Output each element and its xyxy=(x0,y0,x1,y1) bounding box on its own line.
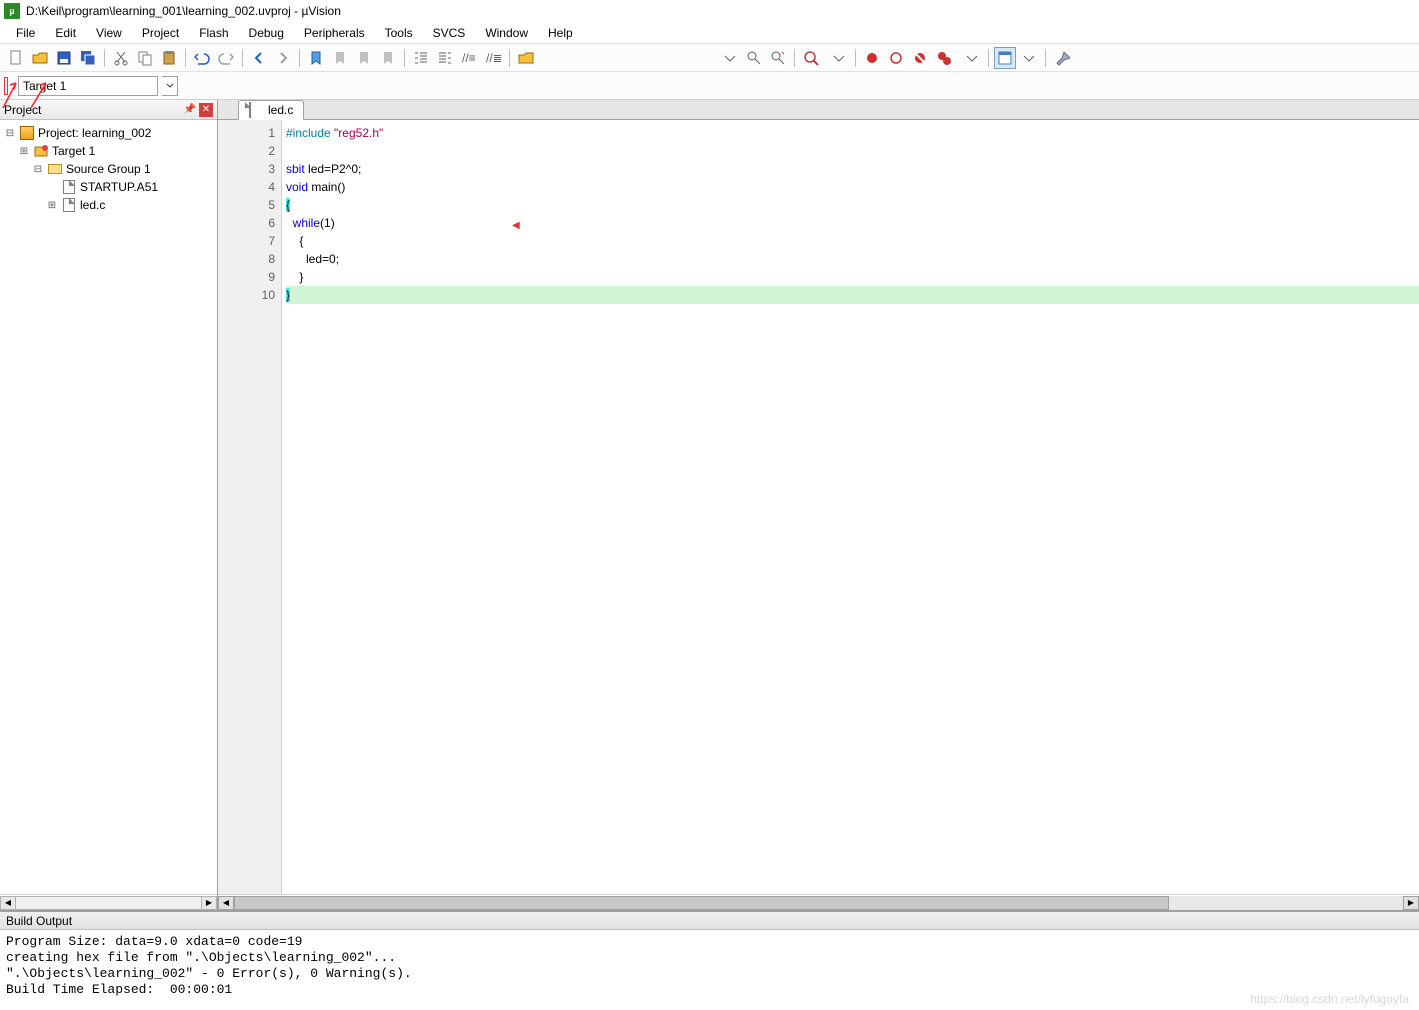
paste-icon[interactable] xyxy=(158,47,180,69)
svg-text://≣: //≣ xyxy=(486,51,501,65)
menu-peripherals[interactable]: Peripherals xyxy=(294,24,375,42)
bookmark-prev-icon[interactable] xyxy=(329,47,351,69)
indent-right-icon[interactable] xyxy=(434,47,456,69)
project-panel: Project 📌 ✕ ⊟ Project: learning_002 ⊞ Ta… xyxy=(0,100,218,910)
pin-icon[interactable]: 📌 xyxy=(183,103,197,117)
breakpoint-kill-icon[interactable] xyxy=(909,47,931,69)
incremental-find-icon[interactable] xyxy=(767,47,789,69)
project-hscroll[interactable]: ◀ ▶ xyxy=(0,894,217,910)
target-dropdown-icon[interactable] xyxy=(162,76,178,96)
configure-icon[interactable] xyxy=(1051,47,1073,69)
breakpoint-disable-icon[interactable] xyxy=(885,47,907,69)
copy-icon[interactable] xyxy=(134,47,156,69)
comment-icon[interactable]: //≡ xyxy=(458,47,480,69)
save-all-icon[interactable] xyxy=(77,47,99,69)
window-dropdown-icon[interactable] xyxy=(1018,47,1040,69)
code-area[interactable]: ◀ #include "reg52.h"sbit led=P2^0;void m… xyxy=(282,120,1419,894)
scroll-track[interactable] xyxy=(16,896,201,910)
tree-target[interactable]: ⊞ Target 1 xyxy=(4,142,217,160)
tree-file-ledc[interactable]: ⊞ led.c xyxy=(4,196,217,214)
tree-file-startup[interactable]: STARTUP.A51 xyxy=(4,178,217,196)
nav-forward-icon[interactable] xyxy=(272,47,294,69)
line-gutter: 12345678910 xyxy=(218,120,282,894)
scroll-left-icon[interactable]: ◀ xyxy=(218,896,234,910)
tab-led-c[interactable]: led.c xyxy=(238,100,304,120)
tab-label: led.c xyxy=(268,103,293,117)
build-buttons-highlight xyxy=(4,77,8,95)
breakpoint-dropdown-icon[interactable] xyxy=(961,47,983,69)
editor-body[interactable]: 12345678910 ◀ #include "reg52.h"sbit led… xyxy=(218,120,1419,894)
window-layout-icon[interactable] xyxy=(994,47,1016,69)
save-icon[interactable] xyxy=(53,47,75,69)
debug-start-icon[interactable] xyxy=(800,47,822,69)
editor-area: led.c 12345678910 ◀ #include "reg52.h"sb… xyxy=(218,100,1419,910)
main-toolbar: //≡ //≣ xyxy=(0,44,1419,72)
scroll-thumb[interactable] xyxy=(234,896,1169,910)
find-icon[interactable] xyxy=(743,47,765,69)
uncomment-icon[interactable]: //≣ xyxy=(482,47,504,69)
window-title: D:\Keil\program\learning_001\learning_00… xyxy=(26,4,341,18)
project-tree[interactable]: ⊟ Project: learning_002 ⊞ Target 1 ⊟ Sou… xyxy=(0,120,217,894)
search-dropdown-icon[interactable] xyxy=(719,47,741,69)
target-select[interactable] xyxy=(18,76,158,96)
target-icon xyxy=(33,143,49,159)
scroll-right-icon[interactable]: ▶ xyxy=(201,896,217,910)
tree-project-root[interactable]: ⊟ Project: learning_002 xyxy=(4,124,217,142)
tree-source-group[interactable]: ⊟ Source Group 1 xyxy=(4,160,217,178)
svg-text://≡: //≡ xyxy=(462,51,476,65)
menu-svcs[interactable]: SVCS xyxy=(423,24,476,42)
menu-tools[interactable]: Tools xyxy=(375,24,423,42)
undo-icon[interactable] xyxy=(191,47,213,69)
menu-flash[interactable]: Flash xyxy=(189,24,238,42)
new-file-icon[interactable] xyxy=(5,47,27,69)
redo-icon[interactable] xyxy=(215,47,237,69)
bookmark-marker-icon: ◀ xyxy=(512,217,520,235)
build-output-title: Build Output xyxy=(6,914,72,928)
build-output-text[interactable]: Program Size: data=9.0 xdata=0 code=19 c… xyxy=(0,930,1419,1010)
menu-project[interactable]: Project xyxy=(132,24,189,42)
bookmark-clear-icon[interactable] xyxy=(377,47,399,69)
project-panel-header: Project 📌 ✕ xyxy=(0,100,217,120)
close-panel-icon[interactable]: ✕ xyxy=(199,103,213,117)
project-panel-title: Project xyxy=(4,103,181,117)
nav-back-icon[interactable] xyxy=(248,47,270,69)
build-output-header: Build Output xyxy=(0,912,1419,930)
file-icon xyxy=(61,197,77,213)
debug-dropdown-icon[interactable] xyxy=(828,47,850,69)
scroll-track[interactable] xyxy=(234,896,1403,910)
folder-open-icon xyxy=(47,161,63,177)
editor-tabs: led.c xyxy=(218,100,1419,120)
scroll-left-icon[interactable]: ◀ xyxy=(0,896,16,910)
bookmark-toggle-icon[interactable] xyxy=(305,47,327,69)
app-icon: µ xyxy=(4,3,20,19)
open-file-icon[interactable] xyxy=(29,47,51,69)
build-toolbar: LOAD xyxy=(0,72,1419,100)
menu-debug[interactable]: Debug xyxy=(239,24,294,42)
menu-bar: File Edit View Project Flash Debug Perip… xyxy=(0,22,1419,44)
scroll-right-icon[interactable]: ▶ xyxy=(1403,896,1419,910)
main-area: Project 📌 ✕ ⊟ Project: learning_002 ⊞ Ta… xyxy=(0,100,1419,910)
title-bar: µ D:\Keil\program\learning_001\learning_… xyxy=(0,0,1419,22)
menu-file[interactable]: File xyxy=(6,24,45,42)
menu-help[interactable]: Help xyxy=(538,24,583,42)
file-icon xyxy=(249,103,263,117)
find-in-files-icon[interactable] xyxy=(515,47,537,69)
breakpoint-disable-all-icon[interactable] xyxy=(933,47,955,69)
build-output-panel: Build Output Program Size: data=9.0 xdat… xyxy=(0,910,1419,1010)
menu-window[interactable]: Window xyxy=(475,24,538,42)
watermark: https://blog.csdn.net/lyfugoyfa xyxy=(1250,992,1409,1006)
cut-icon[interactable] xyxy=(110,47,132,69)
menu-view[interactable]: View xyxy=(86,24,132,42)
bookmark-next-icon[interactable] xyxy=(353,47,375,69)
editor-hscroll[interactable]: ◀ ▶ xyxy=(218,894,1419,910)
project-icon xyxy=(19,125,35,141)
file-icon xyxy=(61,179,77,195)
indent-left-icon[interactable] xyxy=(410,47,432,69)
menu-edit[interactable]: Edit xyxy=(45,24,86,42)
breakpoint-insert-icon[interactable] xyxy=(861,47,883,69)
